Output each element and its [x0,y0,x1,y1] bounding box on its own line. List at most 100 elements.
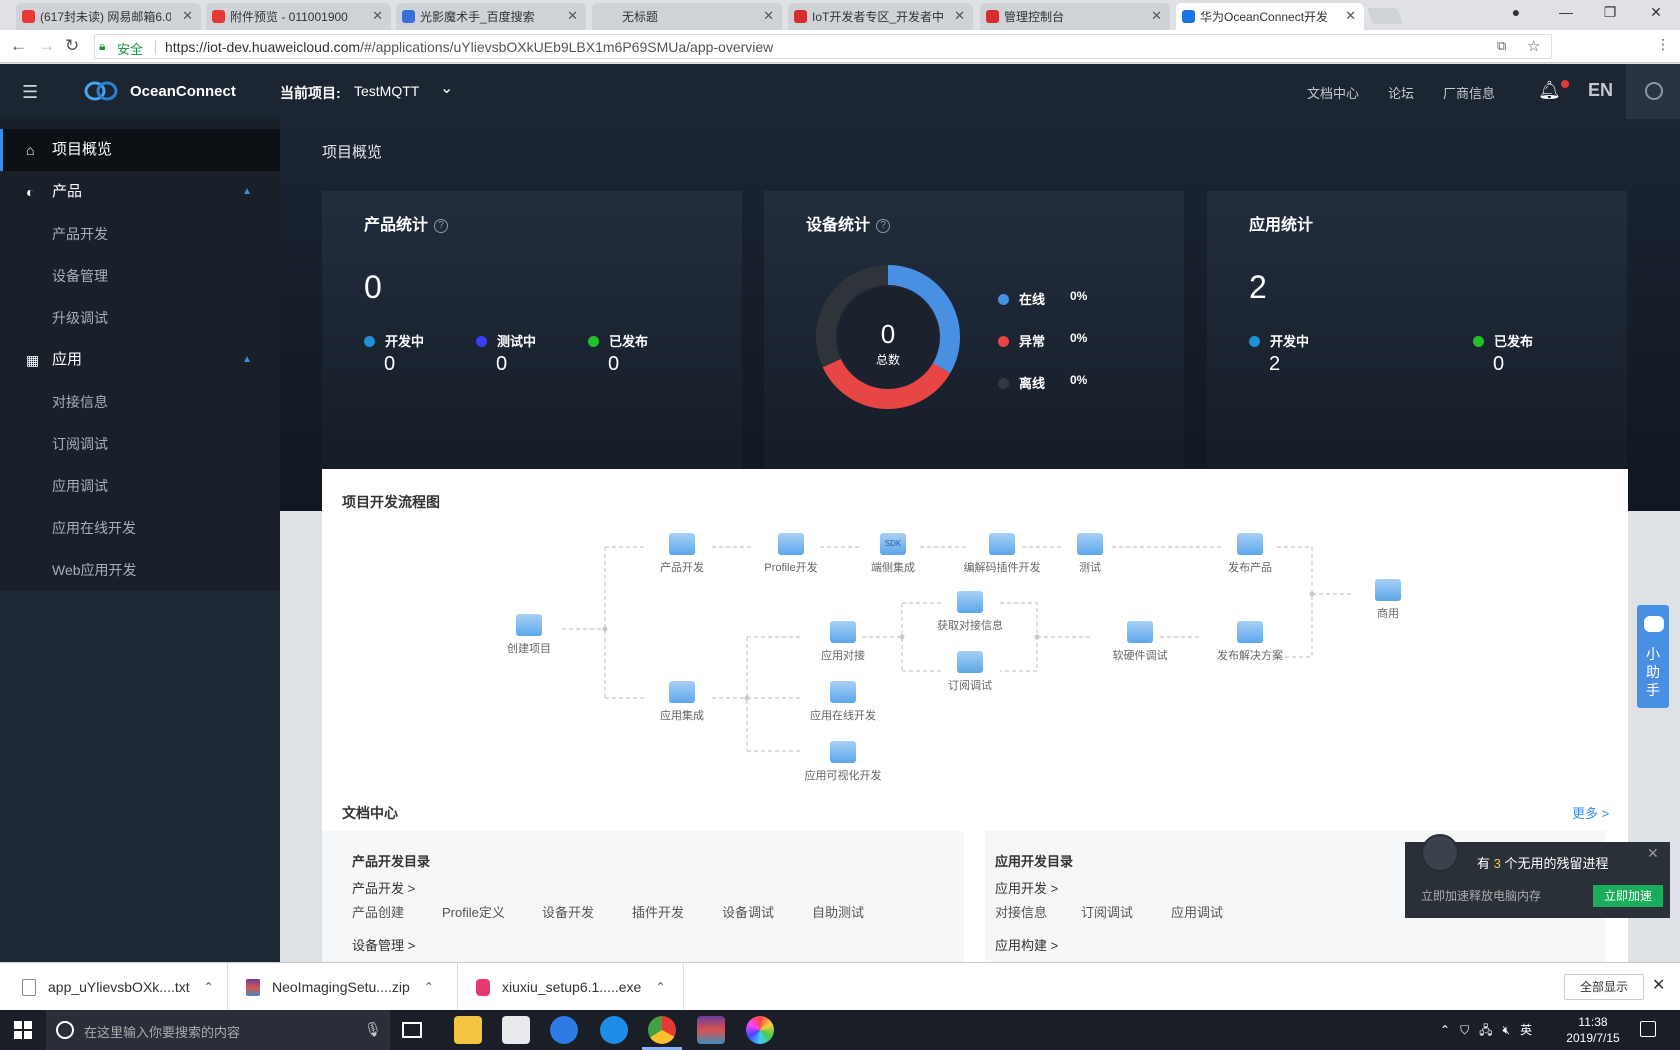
flow-node-publish-solution[interactable]: 发布解决方案 [1200,621,1300,663]
download-item[interactable]: app_uYlievsbOXk....txt ⌃ [0,963,228,1011]
doc-link[interactable]: 订阅调试 [1081,902,1133,921]
doc-section-link[interactable]: 产品开发 > [352,878,415,897]
bookmark-star-icon[interactable]: ☆ [1527,37,1540,55]
flow-node-app-online[interactable]: 应用在线开发 [793,681,893,723]
chrome-icon[interactable] [648,1016,676,1044]
download-item[interactable]: NeoImagingSetu....zip ⌃ [228,963,458,1011]
taskbar-search-box[interactable]: 在这里输入你要搜索的内容 🎙︎ [46,1010,390,1050]
doc-link[interactable]: 应用调试 [1171,902,1223,921]
popup-close-icon[interactable]: ✕ [1647,845,1659,862]
doc-section-link[interactable]: 应用开发 > [995,878,1058,897]
ime-indicator[interactable]: 英 [1520,1023,1532,1037]
doc-link[interactable]: Profile定义 [442,902,505,921]
sidebar-item-app-online-dev[interactable]: 应用在线开发 [0,507,280,549]
language-switch[interactable]: EN [1588,80,1613,101]
flow-node-sub-debug[interactable]: 订阅调试 [920,651,1020,693]
edge-icon[interactable] [600,1016,628,1044]
project-dropdown-icon[interactable]: ⌄ [440,78,453,98]
flow-node-test[interactable]: 测试 [1040,533,1140,575]
close-tab-icon[interactable]: ✕ [567,8,578,24]
minimize-icon[interactable]: — [1552,4,1580,20]
flow-node-commercial[interactable]: 商用 [1338,579,1438,621]
sidebar-item-overview[interactable]: ⌂ 项目概览 [0,129,280,171]
close-downloads-icon[interactable]: ✕ [1652,975,1665,995]
browser-tab[interactable]: 无标题 ✕ [592,3,782,30]
profile-icon[interactable]: ● [1502,4,1530,20]
flow-node-sdk[interactable]: SDK 端侧集成 [843,533,943,575]
winrar-icon[interactable] [697,1016,725,1044]
flow-node-app-integration[interactable]: 应用集成 [632,681,732,723]
sidebar-item-product-dev[interactable]: 产品开发 [0,213,280,255]
flow-node-app-connect[interactable]: 应用对接 [793,621,893,663]
close-tab-icon[interactable]: ✕ [1151,8,1162,24]
speedup-button[interactable]: 立即加速 [1593,885,1663,907]
action-center-icon[interactable] [1640,1021,1656,1037]
new-tab-button[interactable] [1367,8,1403,24]
maximize-icon[interactable]: ❐ [1596,4,1624,21]
flow-node-publish-product[interactable]: 发布产品 [1200,533,1300,575]
volume-icon[interactable]: 🔇︎ [1503,1023,1511,1037]
forward-icon[interactable]: → [38,36,55,56]
download-menu-icon[interactable]: ⌃ [424,980,434,994]
doc-more-link[interactable]: 更多 > [1572,803,1609,822]
doc-link[interactable]: 对接信息 [995,902,1047,921]
sidebar-item-app-debug[interactable]: 应用调试 [0,465,280,507]
flow-node-codec[interactable]: 编解码插件开发 [952,533,1052,575]
header-link-docs[interactable]: 文档中心 [1307,83,1359,102]
sidebar-item-upgrade-debug[interactable]: 升级调试 [0,297,280,339]
windows-start-icon[interactable] [14,1021,32,1039]
network-icon[interactable]: 🖧︎ [1479,1023,1492,1037]
browser-tab[interactable]: IoT开发者专区_开发者中 ✕ [788,3,973,30]
download-item[interactable]: xiuxiu_setup6.1.....exe ⌃ [458,963,684,1011]
hamburger-menu-icon[interactable]: ☰ [22,82,38,103]
flow-node-hw-debug[interactable]: 软硬件调试 [1090,621,1190,663]
download-menu-icon[interactable]: ⌃ [204,980,214,994]
help-icon[interactable]: ? [434,219,449,233]
translate-icon[interactable]: ⧉ [1497,38,1506,54]
current-project-name[interactable]: TestMQTT [354,83,419,99]
store-icon[interactable] [502,1016,530,1044]
doc-section-link[interactable]: 设备管理 > [352,935,415,954]
header-link-forum[interactable]: 论坛 [1388,83,1414,102]
doc-link[interactable]: 产品创建 [352,902,404,921]
browser-tab[interactable]: 管理控制台 ✕ [980,3,1170,30]
microphone-icon[interactable]: 🎙︎ [364,1021,382,1038]
browser-tab-active[interactable]: 华为OceanConnect开发 ✕ [1176,3,1364,30]
taskbar-clock[interactable]: 11:38 2019/7/15 [1548,1014,1638,1046]
flow-node-profile-dev[interactable]: Profile开发 [741,533,841,575]
close-tab-icon[interactable]: ✕ [1345,8,1356,24]
close-tab-icon[interactable]: ✕ [763,8,774,24]
sidebar-item-product[interactable]: ◐ 产品 ▲ [0,171,280,213]
flow-node-product-dev[interactable]: 产品开发 [632,533,732,575]
close-window-icon[interactable]: ✕ [1642,4,1670,21]
doc-link[interactable]: 设备调试 [722,902,774,921]
collapse-caret-icon[interactable]: ▲ [242,339,252,381]
menu-icon[interactable]: ⋮ [1656,36,1670,53]
photo-app-icon[interactable] [746,1016,774,1044]
file-explorer-icon[interactable] [454,1016,482,1044]
flow-node-get-info[interactable]: 获取对接信息 [920,591,1020,633]
tray-expand-icon[interactable]: ⌃ [1440,1023,1450,1037]
sidebar-item-connect-info[interactable]: 对接信息 [0,381,280,423]
help-icon[interactable]: ? [876,219,891,233]
doc-link[interactable]: 插件开发 [632,902,684,921]
doc-section-link[interactable]: 应用构建 > [995,935,1058,954]
browser-tab[interactable]: (617封未读) 网易邮箱6.0 ✕ [16,3,201,30]
download-menu-icon[interactable]: ⌃ [655,980,665,994]
doc-link[interactable]: 自助测试 [812,902,864,921]
sidebar-item-device-mgmt[interactable]: 设备管理 [0,255,280,297]
show-all-downloads-button[interactable]: 全部显示 [1564,974,1644,1000]
collapse-caret-icon[interactable]: ▲ [242,171,252,213]
close-tab-icon[interactable]: ✕ [182,8,193,24]
sogou-icon[interactable] [550,1016,578,1044]
flow-node-app-visual[interactable]: 应用可视化开发 [793,741,893,783]
shield-tray-icon[interactable]: ⛉ [1460,1023,1469,1037]
sidebar-item-web-app-dev[interactable]: Web应用开发 [0,549,280,591]
browser-tab[interactable]: 附件预览 - 011001900 ✕ [206,3,391,30]
flow-node-create[interactable]: 创建项目 [479,614,579,656]
close-tab-icon[interactable]: ✕ [954,8,965,24]
close-tab-icon[interactable]: ✕ [372,8,383,24]
task-view-icon[interactable] [402,1022,422,1038]
sidebar-item-sub-debug[interactable]: 订阅调试 [0,423,280,465]
notification-bell-icon[interactable]: 🔔︎ [1538,80,1561,101]
